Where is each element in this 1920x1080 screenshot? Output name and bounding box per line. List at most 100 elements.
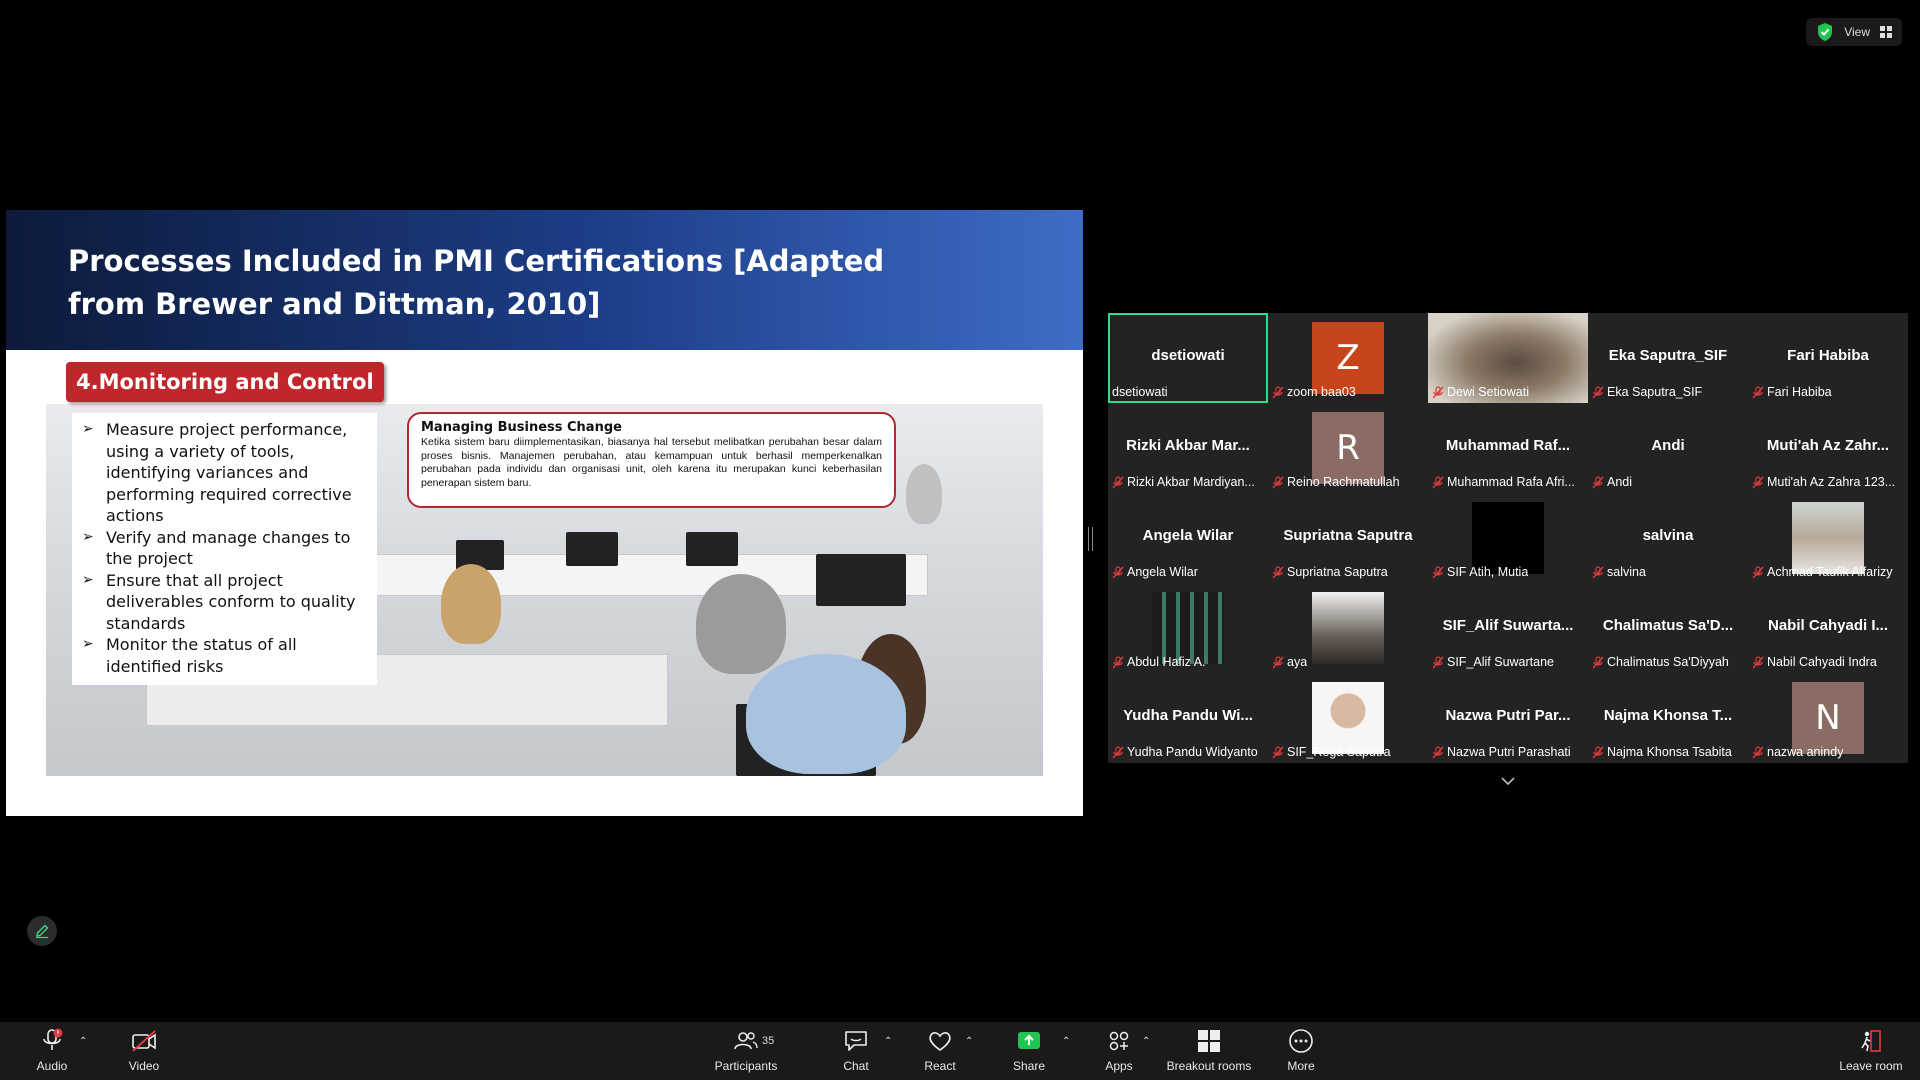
participant-display-name: Fari Habiba <box>1787 347 1869 364</box>
participant-tile[interactable]: Najma Khonsa T... Najma Khonsa Tsabita <box>1588 673 1748 763</box>
participant-tile[interactable]: R Reino Rachmatullah <box>1268 403 1428 493</box>
participant-name: dsetiowati <box>1112 385 1168 399</box>
participant-tile[interactable]: dsetiowati dsetiowati <box>1108 313 1268 403</box>
participant-name: aya <box>1287 655 1308 669</box>
participant-display-name: Angela Wilar <box>1142 527 1234 544</box>
participant-tile[interactable]: Angela Wilar Angela Wilar <box>1108 493 1268 583</box>
participant-tile[interactable]: Chalimatus Sa'D... Chalimatus Sa'Diyyah <box>1588 583 1748 673</box>
camera-off-icon <box>132 1030 156 1052</box>
gallery-next-page-button[interactable] <box>1473 770 1543 792</box>
participant-name-label: Reino Rachmatullah <box>1272 473 1400 491</box>
annotate-button[interactable] <box>27 916 57 946</box>
participant-name-label: SIF Atih, Mutia <box>1432 563 1528 581</box>
audio-button[interactable]: Audio <box>34 1028 70 1076</box>
participant-name: SIF Atih, Mutia <box>1447 565 1529 579</box>
slide-title: Processes Included in PMI Certifications… <box>68 244 885 321</box>
participant-name-label: Chalimatus Sa'Diyyah <box>1592 653 1729 671</box>
participant-name: Muhammad Rafa Afri... <box>1447 475 1575 489</box>
bullet-item: Ensure that all project deliverables con… <box>78 570 369 635</box>
breakout-rooms-button[interactable]: Breakout rooms <box>1164 1028 1254 1076</box>
split-resize-handle[interactable] <box>1088 527 1093 551</box>
participants-icon <box>734 1032 758 1050</box>
mic-muted-icon <box>1432 655 1444 668</box>
participant-name: Najma Khonsa Tsabita <box>1607 745 1732 759</box>
share-options-caret[interactable]: ⌃ <box>1062 1036 1070 1047</box>
apps-options-caret[interactable]: ⌃ <box>1142 1036 1150 1047</box>
mic-muted-icon <box>1432 565 1444 578</box>
mic-muted-icon <box>1432 745 1444 758</box>
participant-name-label: Fari Habiba <box>1752 383 1832 401</box>
video-label: Video <box>128 1059 160 1073</box>
participant-name: nazwa anindy <box>1767 745 1844 759</box>
participant-name: Nabil Cahyadi Indra <box>1767 655 1877 669</box>
more-button[interactable]: More <box>1283 1028 1319 1076</box>
participant-tile[interactable]: Dewi Setiowati <box>1428 313 1588 403</box>
participant-tile[interactable]: aya <box>1268 583 1428 673</box>
mic-muted-icon <box>1592 475 1604 488</box>
leave-room-icon <box>1861 1030 1881 1052</box>
participant-name-label: Nabil Cahyadi Indra <box>1752 653 1877 671</box>
callout-text: Ketika sistem baru diimplementasikan, bi… <box>421 436 882 489</box>
participant-tile[interactable]: Nabil Cahyadi I... Nabil Cahyadi Indra <box>1748 583 1908 673</box>
participant-tile[interactable]: Achmad Taufik Alfarizy <box>1748 493 1908 583</box>
participant-name: Andi <box>1607 475 1633 489</box>
participant-name-label: aya <box>1272 653 1307 671</box>
bullet-list-panel: Measure project performance, using a var… <box>72 413 377 685</box>
more-icon <box>1289 1029 1313 1053</box>
participant-name-label: Muti'ah Az Zahra 123... <box>1752 473 1895 491</box>
breakout-rooms-label: Breakout rooms <box>1166 1059 1252 1073</box>
participant-tile[interactable]: Nnazwa anindy <box>1748 673 1908 763</box>
participant-tile[interactable]: SIF_Rega Saputra <box>1268 673 1428 763</box>
gallery-view-icon <box>1880 26 1892 38</box>
mic-muted-icon <box>1432 475 1444 488</box>
share-button[interactable]: Share <box>1011 1028 1047 1076</box>
react-label: React <box>924 1059 956 1073</box>
participant-display-name: Yudha Pandu Wi... <box>1123 707 1253 724</box>
participant-tile[interactable]: salvina salvina <box>1588 493 1748 583</box>
bullet-list: Measure project performance, using a var… <box>72 413 377 677</box>
audio-options-caret[interactable]: ⌃ <box>79 1036 87 1047</box>
avatar <box>1312 592 1384 664</box>
react-button[interactable]: React <box>922 1028 958 1076</box>
mic-muted-icon <box>1112 655 1124 668</box>
react-options-caret[interactable]: ⌃ <box>965 1036 973 1047</box>
participant-tile[interactable]: Yudha Pandu Wi... Yudha Pandu Widyanto <box>1108 673 1268 763</box>
view-menu[interactable]: View <box>1806 18 1902 46</box>
mic-muted-icon <box>1272 565 1284 578</box>
mic-muted-icon <box>1752 745 1764 758</box>
participant-tile[interactable]: Zzoom baa03 <box>1268 313 1428 403</box>
participant-name: Reino Rachmatullah <box>1287 475 1400 489</box>
participant-tile[interactable]: Eka Saputra_SIF Eka Saputra_SIF <box>1588 313 1748 403</box>
participant-tile[interactable]: Fari Habiba Fari Habiba <box>1748 313 1908 403</box>
mic-muted-icon <box>1112 475 1124 488</box>
participant-tile[interactable]: Rizki Akbar Mar... Rizki Akbar Mardiyan..… <box>1108 403 1268 493</box>
participant-tile[interactable]: Muhammad Raf... Muhammad Rafa Afri... <box>1428 403 1588 493</box>
leave-room-label: Leave room <box>1839 1059 1903 1073</box>
leave-room-button[interactable]: Leave room <box>1838 1028 1904 1076</box>
participant-tile[interactable]: Abdul Hafiz A. <box>1108 583 1268 673</box>
share-screen-icon <box>1018 1032 1040 1049</box>
mic-muted-icon <box>1272 745 1284 758</box>
participant-tile[interactable]: Supriatna Saputra Supriatna Saputra <box>1268 493 1428 583</box>
chat-options-caret[interactable]: ⌃ <box>884 1036 892 1047</box>
participant-tile[interactable]: Andi Andi <box>1588 403 1748 493</box>
audio-label: Audio <box>36 1059 68 1073</box>
callout-title: Managing Business Change <box>421 420 622 435</box>
mic-muted-icon <box>1752 475 1764 488</box>
apps-button[interactable]: Apps <box>1102 1028 1136 1076</box>
mic-muted-icon <box>1272 655 1284 668</box>
participant-tile[interactable]: SIF Atih, Mutia <box>1428 493 1588 583</box>
video-button[interactable]: Video <box>126 1028 162 1076</box>
mic-muted-icon <box>1592 655 1604 668</box>
security-shield-icon <box>1818 23 1833 41</box>
callout-box: Managing Business Change Ketika sistem b… <box>407 412 896 508</box>
participant-name: Rizki Akbar Mardiyan... <box>1127 475 1255 489</box>
mic-muted-icon <box>1592 385 1604 398</box>
mic-muted-icon <box>1272 385 1284 398</box>
participant-display-name: Nazwa Putri Par... <box>1445 707 1571 724</box>
participant-tile[interactable]: Nazwa Putri Par... Nazwa Putri Parashati <box>1428 673 1588 763</box>
participant-tile[interactable]: Muti'ah Az Zahr... Muti'ah Az Zahra 123..… <box>1748 403 1908 493</box>
participant-tile[interactable]: SIF_Alif Suwarta... SIF_Alif Suwartane <box>1428 583 1588 673</box>
chat-button[interactable]: Chat <box>838 1028 874 1076</box>
mic-muted-icon <box>1752 655 1764 668</box>
